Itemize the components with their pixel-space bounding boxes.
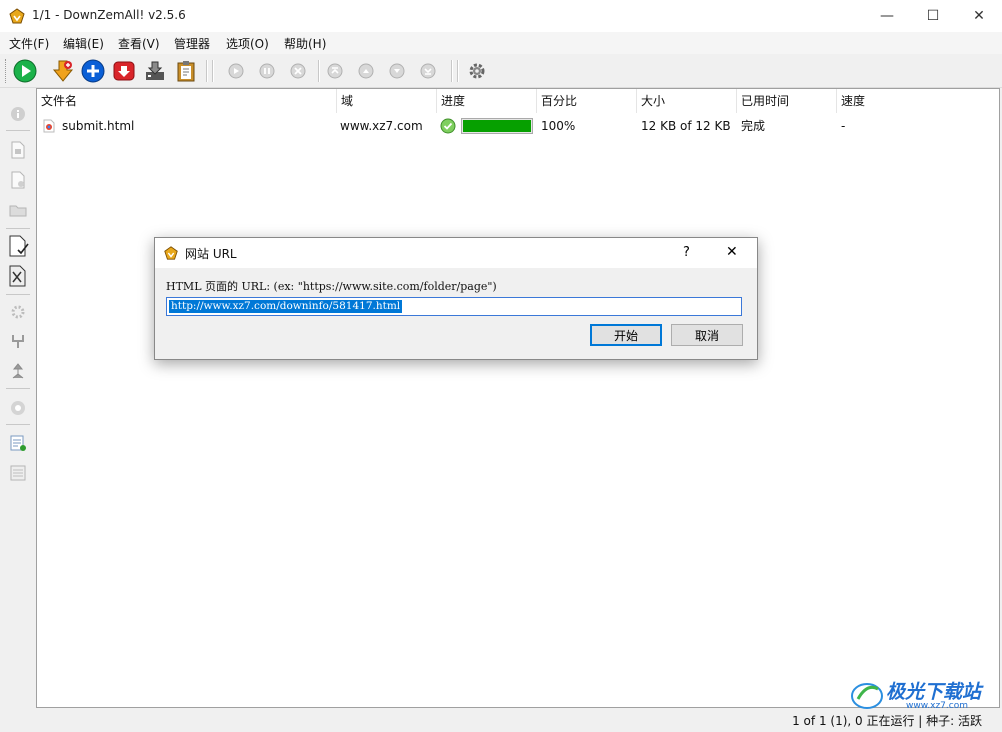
cancel-button[interactable]: 取消 xyxy=(671,324,743,346)
toolbar-separator xyxy=(6,388,30,389)
move-bottom-icon[interactable] xyxy=(420,63,436,79)
menu-manager[interactable]: 管理器 xyxy=(174,35,210,52)
folder-icon[interactable] xyxy=(8,200,28,220)
add-download-button[interactable] xyxy=(51,59,75,83)
menu-help[interactable]: 帮助(H) xyxy=(284,35,326,52)
gear-small-icon[interactable] xyxy=(8,302,28,322)
menu-view[interactable]: 查看(V) xyxy=(118,35,160,52)
menu-bar: 文件(F) 编辑(E) 查看(V) 管理器 选项(O) 帮助(H) xyxy=(0,32,1002,54)
move-down-icon[interactable] xyxy=(389,63,405,79)
row-filename: submit.html xyxy=(62,119,135,133)
toolbar-separator xyxy=(206,60,207,82)
list-view-icon[interactable] xyxy=(8,463,28,483)
progress-bar xyxy=(461,118,533,134)
watermark-logo-icon xyxy=(851,683,883,709)
url-input-value: http://www.xz7.com/downinfo/581417.html xyxy=(169,300,403,313)
toolbar-grip xyxy=(5,59,9,83)
maximize-icon: ☐ xyxy=(926,8,940,24)
paste-icon xyxy=(177,61,195,82)
toolbar-separator xyxy=(451,60,452,82)
start-all-button[interactable] xyxy=(13,59,37,83)
close-button[interactable]: ✕ xyxy=(956,0,1002,32)
html-file-icon xyxy=(43,119,55,133)
start-all-icon xyxy=(13,59,37,83)
stop-button[interactable] xyxy=(112,59,136,83)
toolbar-separator xyxy=(6,130,30,131)
move-up-icon[interactable] xyxy=(358,63,374,79)
url-input[interactable]: http://www.xz7.com/downinfo/581417.html xyxy=(166,297,742,316)
file-verify-icon[interactable] xyxy=(6,264,30,288)
dialog-title-bar: 网站 URL ? ✕ xyxy=(155,238,757,268)
column-header-speed[interactable]: 速度 xyxy=(837,89,999,113)
info-icon[interactable] xyxy=(8,104,28,124)
app-logo-icon xyxy=(9,8,25,24)
add-url-icon xyxy=(81,59,105,83)
minimize-button[interactable]: — xyxy=(864,0,910,32)
row-size: 12 KB of 12 KB xyxy=(641,119,731,133)
download-list: 文件名 域 进度 百分比 大小 已用时间 速度 submit.html www.… xyxy=(36,88,1000,708)
play-circle-icon[interactable] xyxy=(8,398,28,418)
row-speed: - xyxy=(841,119,846,133)
side-toolbar xyxy=(0,88,36,708)
dialog-close-button[interactable]: ✕ xyxy=(726,244,738,260)
file-preview-icon[interactable] xyxy=(8,140,28,160)
paste-button[interactable] xyxy=(174,59,198,83)
dialog-title: 网站 URL xyxy=(185,247,237,261)
title-bar: 1/1 - DownZemAll! v2.5.6 — ☐ ✕ xyxy=(0,0,1002,32)
download-manager-icon xyxy=(146,61,164,80)
window-title: 1/1 - DownZemAll! v2.5.6 xyxy=(32,8,186,22)
row-elapsed: 完成 xyxy=(741,119,766,133)
close-icon: ✕ xyxy=(973,8,985,24)
minimize-icon: — xyxy=(880,8,894,24)
row-domain: www.xz7.com xyxy=(340,119,423,133)
settings-icon[interactable] xyxy=(468,62,486,80)
tree-icon[interactable] xyxy=(8,361,28,381)
website-url-dialog: 网站 URL ? ✕ HTML 页面的 URL: (ex: "https://w… xyxy=(154,237,758,360)
toolbar-separator xyxy=(6,294,30,295)
menu-file[interactable]: 文件(F) xyxy=(9,35,49,52)
dialog-app-icon xyxy=(164,246,178,260)
column-header-elapsed[interactable]: 已用时间 xyxy=(737,89,837,113)
download-manager-button[interactable] xyxy=(143,59,167,83)
add-download-icon xyxy=(52,60,74,82)
column-header-domain[interactable]: 域 xyxy=(337,89,437,113)
toolbar-separator xyxy=(212,60,213,82)
toolbar-separator xyxy=(6,228,30,229)
file-remove-icon[interactable] xyxy=(8,170,28,190)
column-header-progress[interactable]: 进度 xyxy=(437,89,537,113)
completed-check-icon xyxy=(440,118,456,134)
dialog-help-button[interactable]: ? xyxy=(683,245,690,260)
watermark-text: 极光下载站 xyxy=(886,681,982,703)
watermark: 极光下载站 www.xz7.com xyxy=(850,675,1000,715)
list-header: 文件名 域 进度 百分比 大小 已用时间 速度 xyxy=(37,89,999,113)
resume-icon[interactable] xyxy=(228,63,244,79)
toolbar-separator xyxy=(318,60,319,82)
progress-bar-fill xyxy=(463,120,531,132)
stop-icon xyxy=(113,61,135,81)
add-url-button[interactable] xyxy=(81,59,105,83)
toolbar-separator xyxy=(457,60,458,82)
column-header-percent[interactable]: 百分比 xyxy=(537,89,637,113)
check-file-icon[interactable] xyxy=(6,234,30,258)
list-add-icon[interactable] xyxy=(8,433,28,453)
main-toolbar xyxy=(0,55,1002,88)
row-percent: 100% xyxy=(541,119,576,133)
move-top-icon[interactable] xyxy=(327,63,343,79)
watermark-url: www.xz7.com xyxy=(906,701,968,711)
start-button[interactable]: 开始 xyxy=(590,324,662,346)
toolbar-separator xyxy=(6,424,30,425)
menu-edit[interactable]: 编辑(E) xyxy=(63,35,104,52)
column-header-size[interactable]: 大小 xyxy=(637,89,737,113)
maximize-button[interactable]: ☐ xyxy=(910,0,956,32)
pause-icon[interactable] xyxy=(259,63,275,79)
menu-options[interactable]: 选项(O) xyxy=(226,35,269,52)
cancel-icon[interactable] xyxy=(290,63,306,79)
url-field-label: HTML 页面的 URL: (ex: "https://www.site.com… xyxy=(166,280,497,293)
column-header-filename[interactable]: 文件名 xyxy=(37,89,337,113)
plugin-icon[interactable] xyxy=(8,331,28,351)
